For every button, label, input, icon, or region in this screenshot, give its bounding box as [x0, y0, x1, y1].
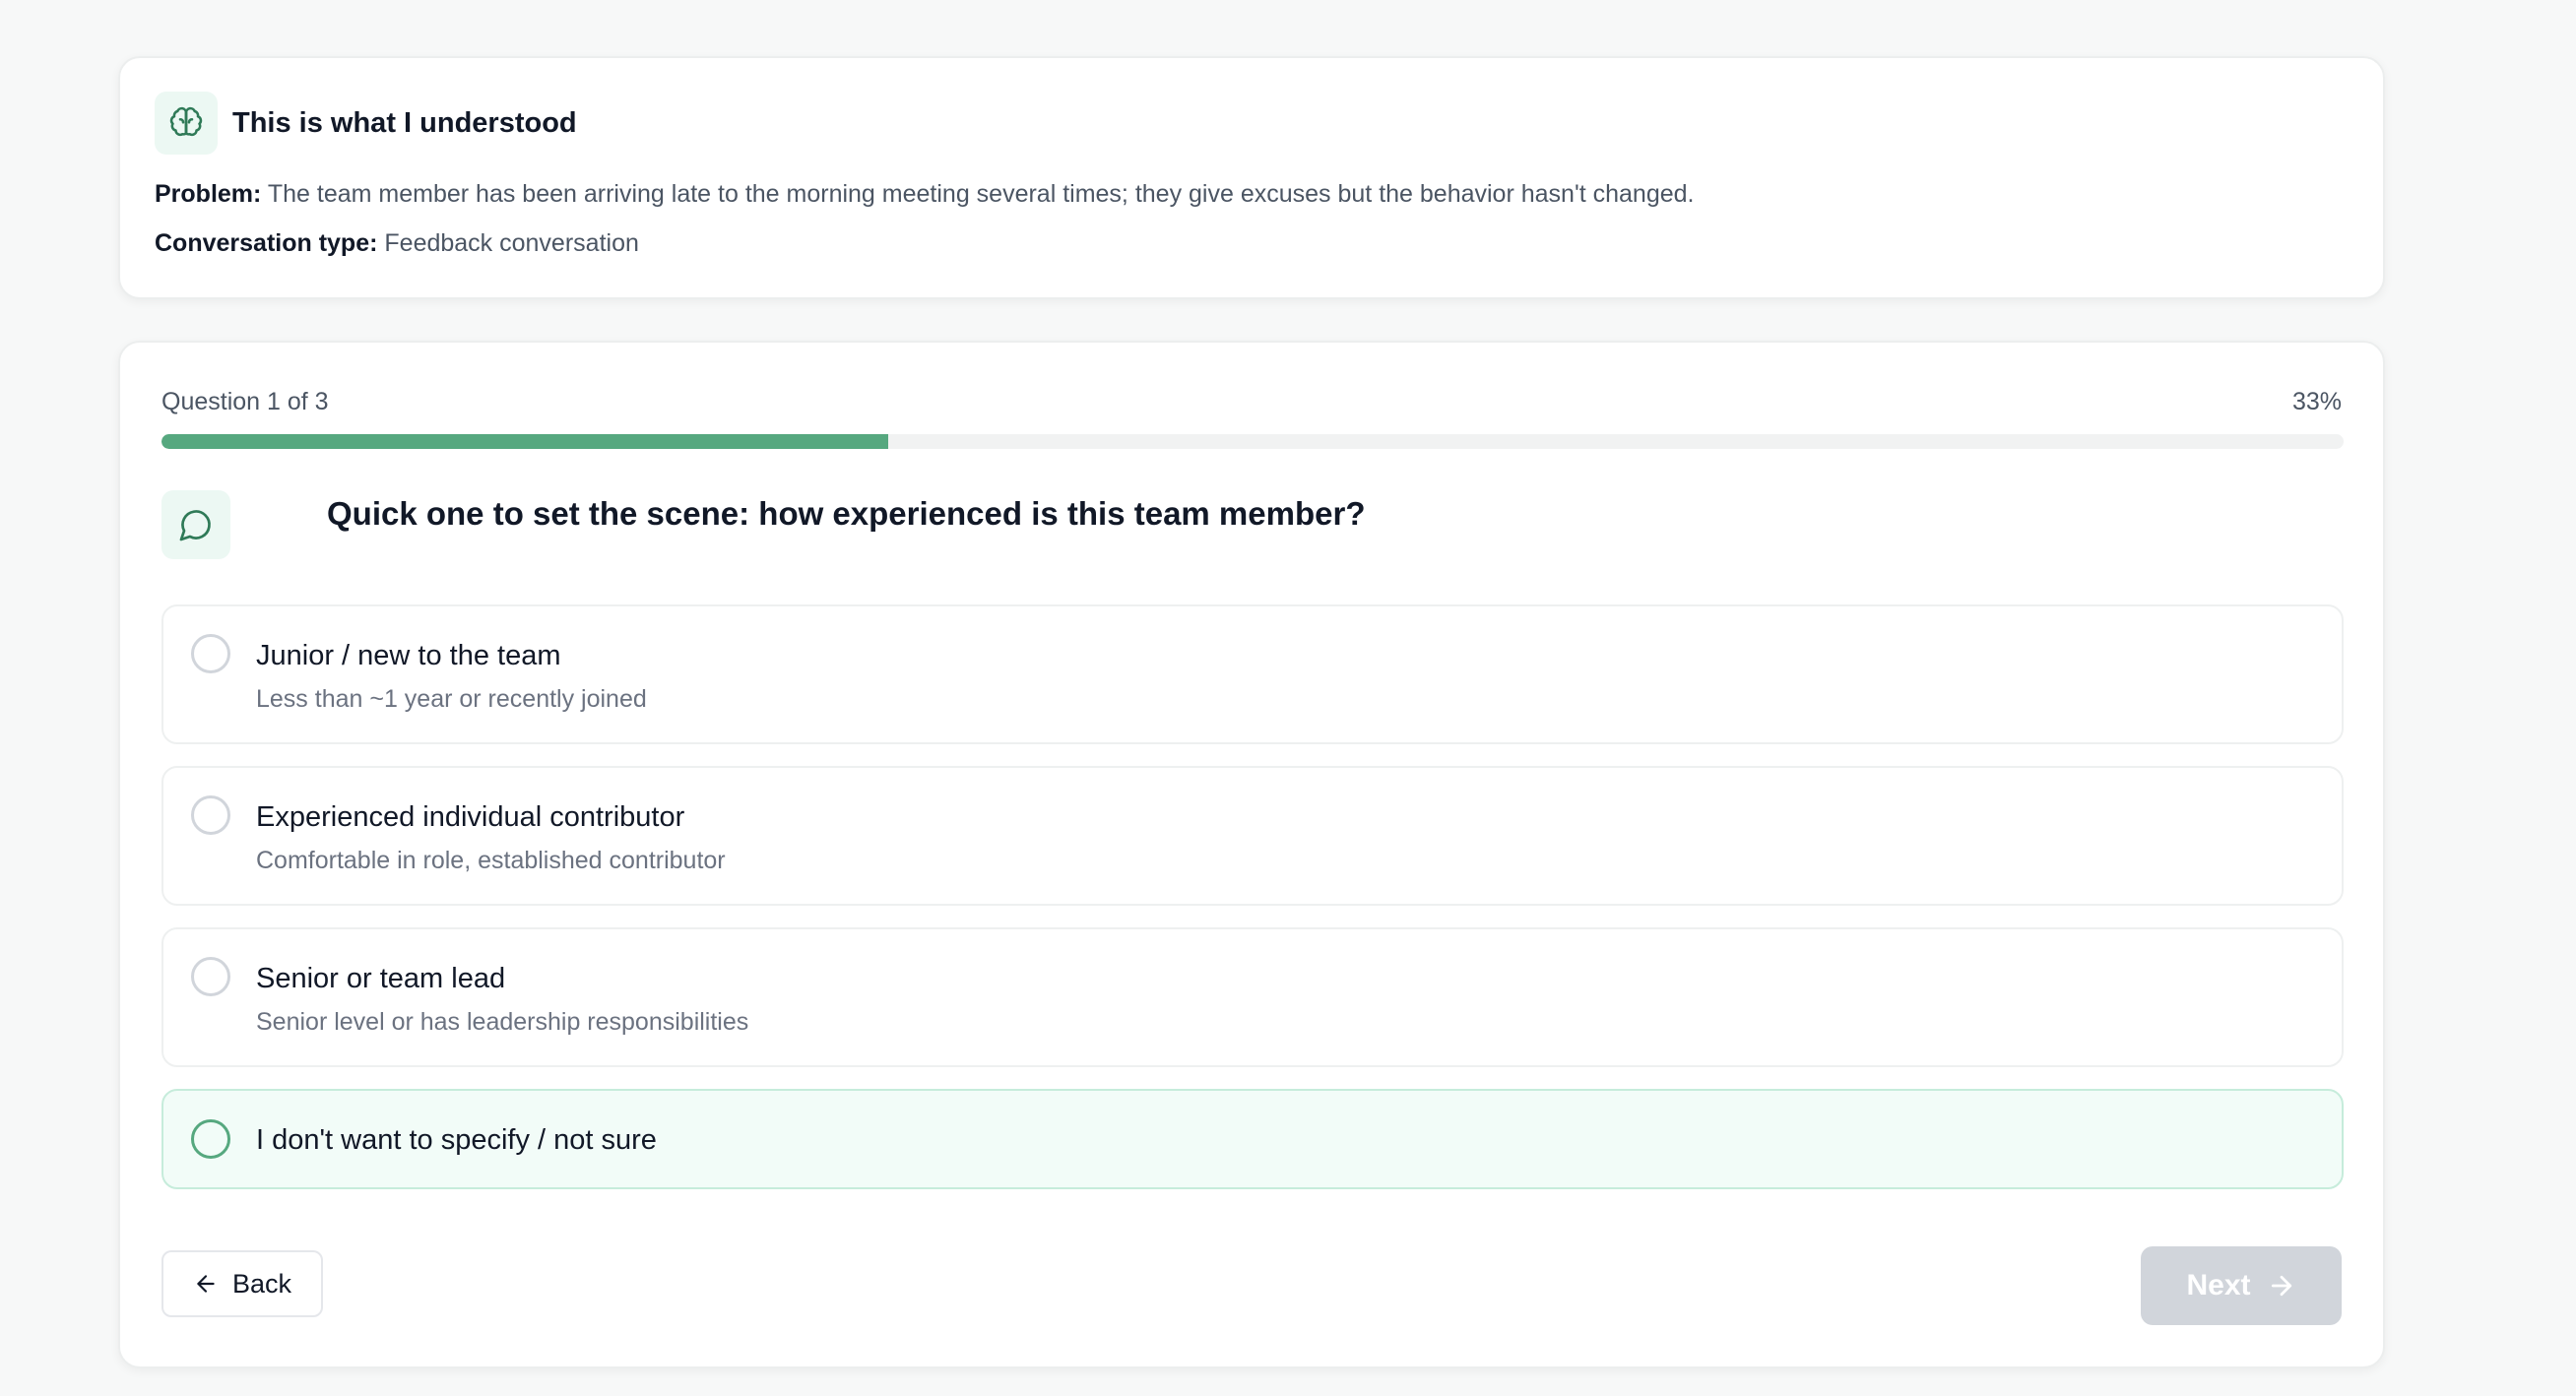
- option-junior[interactable]: Junior / new to the team Less than ~1 ye…: [161, 604, 2344, 744]
- option-not-sure[interactable]: I don't want to specify / not sure: [161, 1089, 2344, 1189]
- next-button[interactable]: Next: [2141, 1246, 2342, 1325]
- back-button-label: Back: [231, 1268, 292, 1299]
- question-counter: Question 1 of 3: [161, 388, 329, 415]
- option-label: Junior / new to the team: [256, 640, 561, 671]
- option-senior[interactable]: Senior or team lead Senior level or has …: [161, 927, 2344, 1067]
- option-description: Comfortable in role, established contrib…: [256, 847, 726, 874]
- option-radio[interactable]: [191, 1119, 230, 1159]
- problem-label: Problem:: [155, 180, 262, 208]
- option-label: I don't want to specify / not sure: [256, 1124, 657, 1156]
- question-card: Question 1 of 3 33% Quick one to set the…: [118, 341, 2385, 1368]
- progress-bar-fill: [161, 434, 888, 449]
- conversation-type-text: Feedback conversation: [384, 229, 639, 257]
- progress-bar: [161, 434, 2344, 449]
- option-radio[interactable]: [191, 957, 230, 996]
- next-button-label: Next: [2186, 1269, 2251, 1301]
- summary-title: This is what I understood: [232, 107, 577, 139]
- option-radio[interactable]: [191, 634, 230, 673]
- option-label: Experienced individual contributor: [256, 801, 685, 833]
- summary-card: This is what I understood Problem: The t…: [118, 56, 2385, 299]
- chat-bubble-icon: [161, 490, 230, 559]
- option-radio[interactable]: [191, 795, 230, 835]
- option-description: Senior level or has leadership responsib…: [256, 1008, 749, 1036]
- progress-percent: 33%: [2291, 388, 2342, 415]
- arrow-left-icon: [197, 1275, 215, 1293]
- arrow-right-icon: [2271, 1275, 2291, 1297]
- conversation-type-line: Conversation type: Feedback conversation: [155, 229, 639, 258]
- brain-icon: [155, 92, 218, 155]
- problem-line: Problem: The team member has been arrivi…: [155, 180, 1694, 209]
- conversation-type-label: Conversation type:: [155, 229, 378, 257]
- question-title: Quick one to set the scene: how experien…: [327, 495, 1366, 532]
- option-description: Less than ~1 year or recently joined: [256, 685, 647, 713]
- problem-text: The team member has been arriving late t…: [267, 180, 1695, 208]
- option-experienced[interactable]: Experienced individual contributor Comfo…: [161, 766, 2344, 906]
- back-button[interactable]: Back: [161, 1250, 323, 1317]
- option-label: Senior or team lead: [256, 963, 506, 994]
